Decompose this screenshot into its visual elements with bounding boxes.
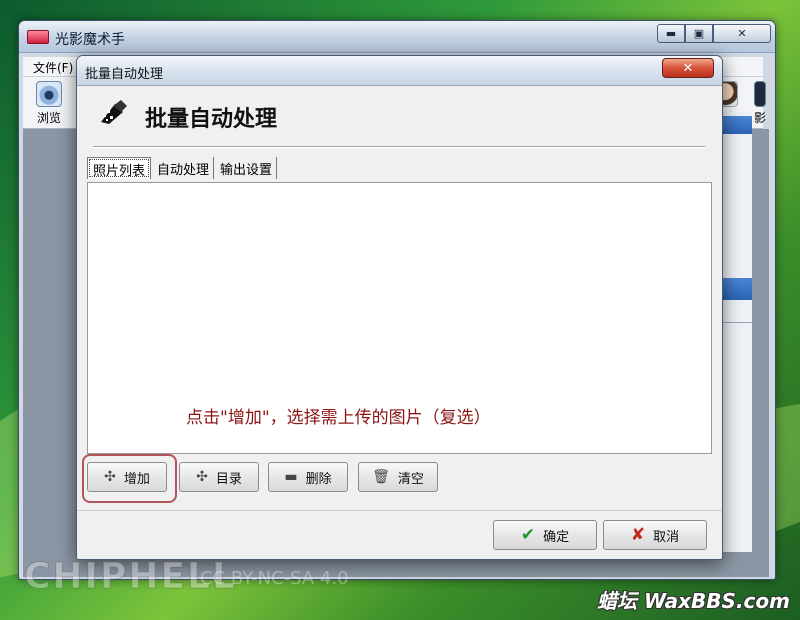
instruction-text: 点击"增加"，选择需上传的图片（复选） (186, 408, 491, 428)
toolbar-shadow[interactable]: 影 (750, 81, 770, 126)
tab-bar: 照片列表 自动处理 输出设置 (87, 157, 279, 179)
main-close-button[interactable]: ✕ (713, 24, 771, 43)
dialog-header-title: 批量自动处理 (145, 107, 278, 132)
tab-auto-process[interactable]: 自动处理 (153, 157, 215, 179)
dialog-header: 批量自动处理 (77, 86, 722, 144)
cancel-button-label: 取消 (653, 529, 680, 545)
dialog-title: 批量自动处理 (85, 67, 164, 82)
add-button[interactable]: ✣ 增加 (87, 462, 167, 492)
clear-button-label: 清空 (397, 471, 424, 487)
eye-icon (36, 81, 62, 107)
toolbar-browse[interactable]: 浏览 (29, 81, 69, 126)
trash-icon: 🗑 (372, 469, 390, 485)
app-icon (27, 30, 49, 44)
delete-button-label: 删除 (305, 471, 332, 487)
toolbar-shadow-label: 影 (753, 111, 766, 125)
photo-list-area[interactable]: 点击"增加"，选择需上传的图片（复选） (87, 182, 712, 454)
x-icon: ✘ (630, 525, 646, 545)
plus-icon: ✣ (104, 469, 116, 485)
minus-icon: ▬ (284, 469, 298, 485)
tab-photo-list[interactable]: 照片列表 (87, 157, 152, 179)
main-title-bar[interactable]: 光影魔术手 ▬ ▣ ✕ (19, 21, 775, 53)
tab-output-settings[interactable]: 输出设置 (216, 157, 278, 179)
checkmark-icon: ✔ (520, 525, 536, 545)
batch-process-icon (101, 100, 127, 124)
maximize-button[interactable]: ▣ (685, 24, 713, 43)
add-button-label: 增加 (123, 471, 150, 487)
clear-button[interactable]: 🗑 清空 (358, 462, 438, 492)
plus-icon: ✣ (196, 469, 208, 485)
minimize-button[interactable]: ▬ (657, 24, 685, 43)
dialog-title-bar[interactable]: 批量自动处理 ✕ (77, 56, 722, 86)
license-watermark: CC BY-NC-SA 4.0 (200, 568, 349, 589)
ok-button[interactable]: ✔ 确定 (493, 520, 597, 550)
cancel-button[interactable]: ✘ 取消 (603, 520, 707, 550)
main-window-title: 光影魔术手 (55, 32, 125, 48)
toolbar-browse-label: 浏览 (36, 111, 61, 125)
waxbbs-watermark: 蜡坛 WaxBBS.com (597, 589, 790, 613)
header-divider (93, 146, 705, 148)
dialog-close-button[interactable]: ✕ (662, 58, 714, 78)
shadow-icon (754, 81, 766, 107)
batch-dialog: 批量自动处理 ✕ 批量自动处理 照片列表 自动处理 输出设置 点击"增加"，选择… (76, 55, 723, 560)
directory-button[interactable]: ✣ 目录 (179, 462, 259, 492)
ok-button-label: 确定 (543, 529, 570, 545)
directory-button-label: 目录 (215, 471, 242, 487)
delete-button[interactable]: ▬ 删除 (268, 462, 348, 492)
menu-file[interactable]: 文件(F) (33, 59, 73, 76)
